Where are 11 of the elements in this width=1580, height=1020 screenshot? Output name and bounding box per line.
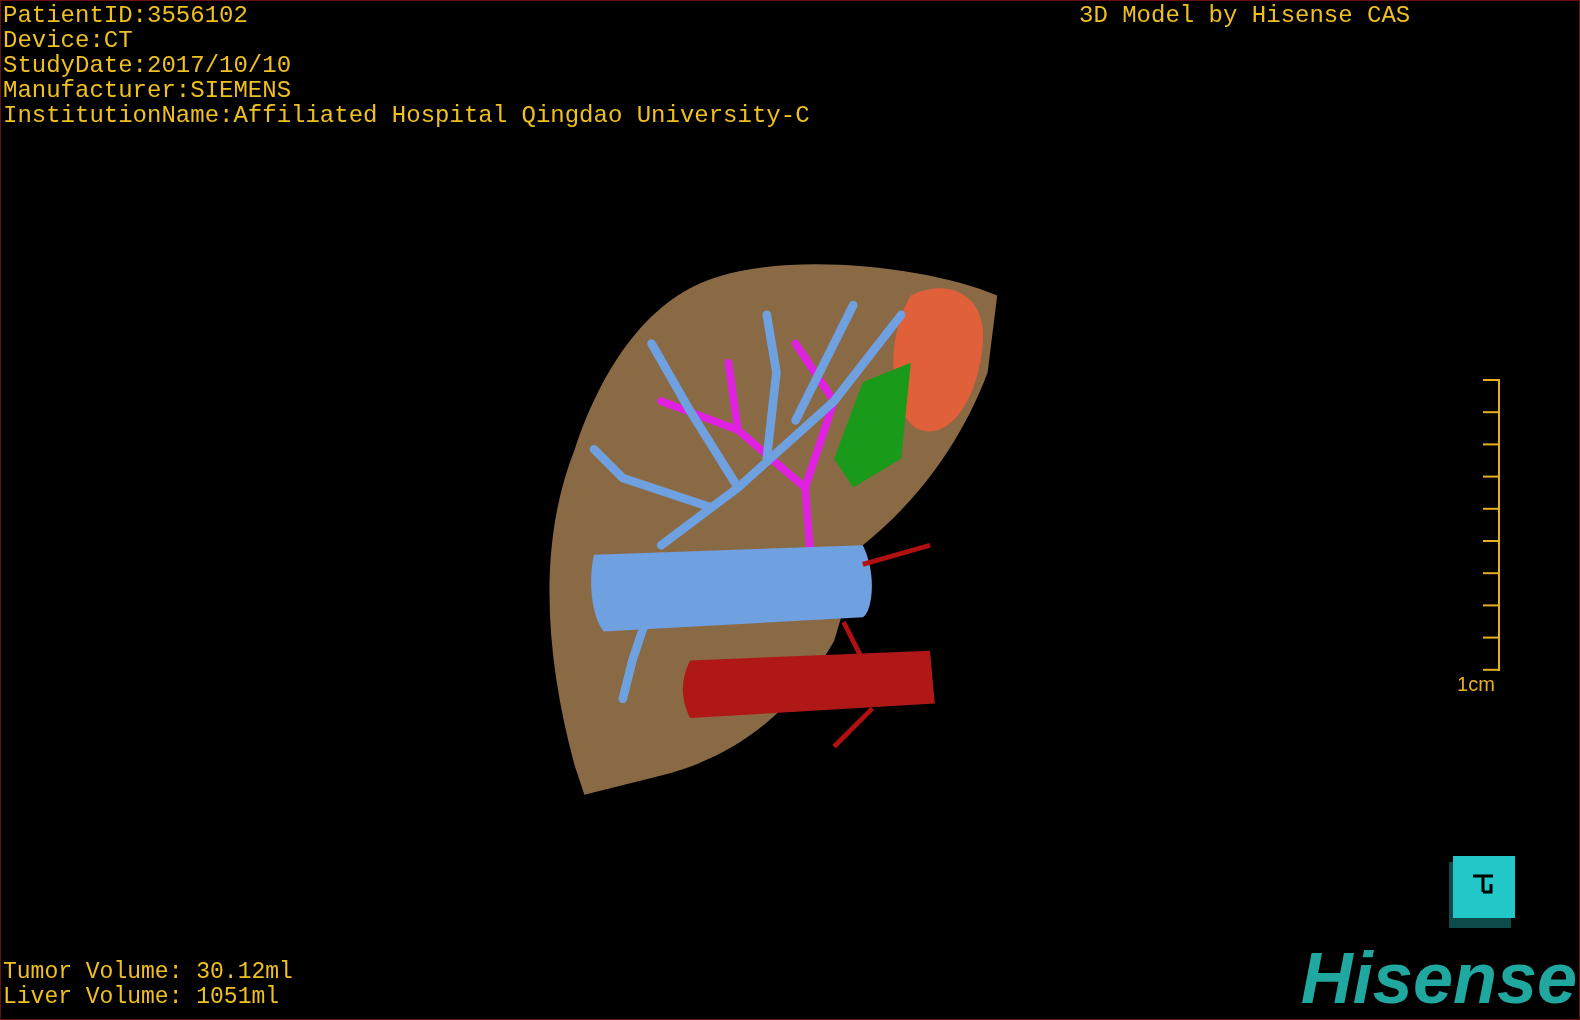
logo: Hisense bbox=[1300, 945, 1577, 1011]
study-info-line: PatientID:3556102 bbox=[3, 3, 249, 28]
study-info-line: Device:CT bbox=[3, 28, 134, 53]
volume-readout: Liver Volume: 1051ml bbox=[3, 985, 281, 1010]
volume-readout: Tumor Volume: 30.12ml bbox=[3, 960, 293, 985]
scale-label: 1cm bbox=[1457, 673, 1495, 696]
study-info-line: Manufacturer:SIEMENS bbox=[3, 78, 293, 103]
model-title: 3D Model by Hisense CAS bbox=[1079, 3, 1411, 28]
study-info-line: InstitutionName:Affiliated Hospital Qingdao University-C bbox=[3, 103, 810, 128]
orientation-cube-icon[interactable] bbox=[1449, 856, 1515, 928]
study-info-line: StudyDate:2017/10/10 bbox=[3, 53, 293, 78]
